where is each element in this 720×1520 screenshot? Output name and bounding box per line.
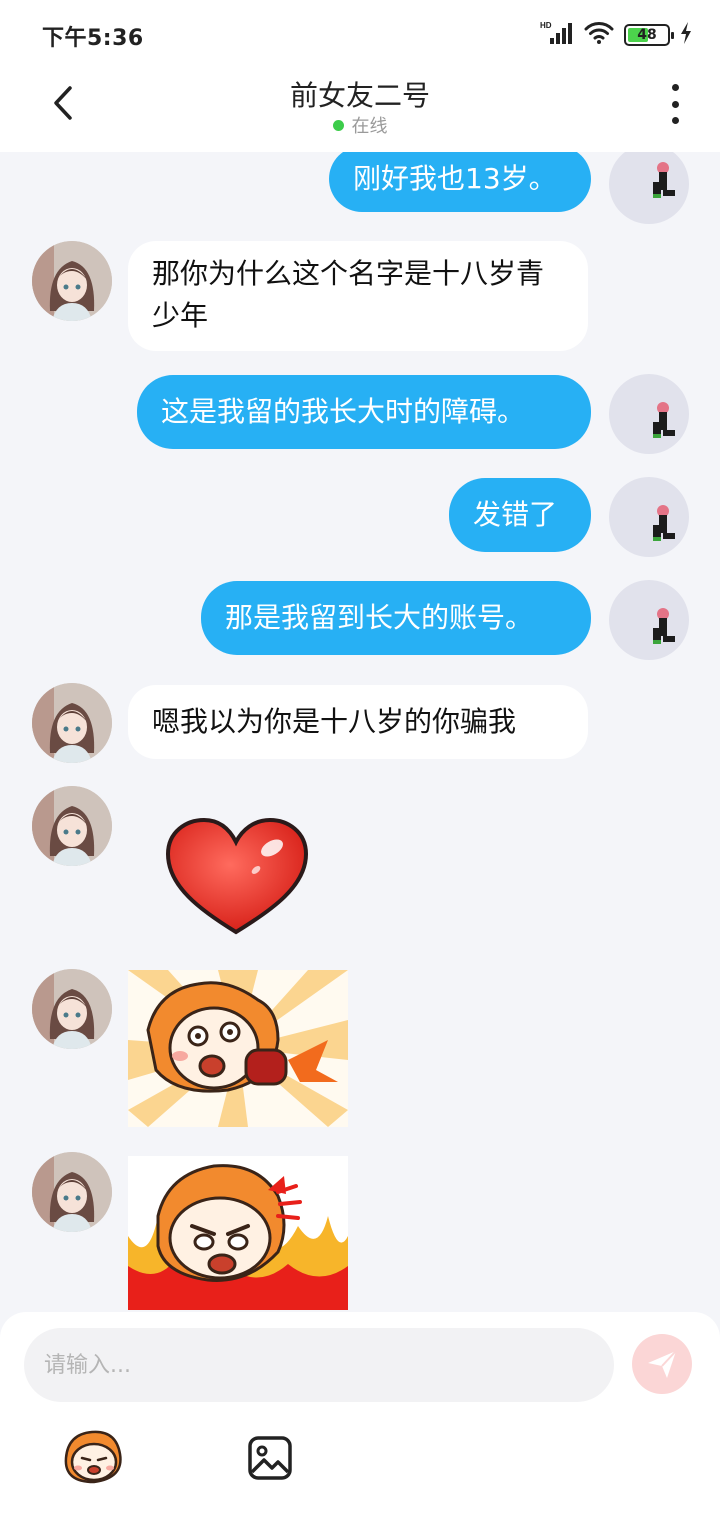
network-label: HD [540, 21, 552, 30]
paper-plane-icon [648, 1350, 677, 1378]
outgoing-message-bubble[interactable]: 这是我留的我长大时的障碍。 [137, 375, 591, 449]
more-dot [671, 84, 679, 91]
charging-icon [680, 22, 692, 48]
anime-girl-avatar-icon [32, 1152, 112, 1232]
cartoon-angry-fire-sticker[interactable] [128, 1156, 348, 1310]
my-avatar[interactable] [609, 477, 689, 557]
online-status: 在线 [0, 112, 720, 138]
image-icon [248, 1436, 292, 1480]
red-heart-icon [165, 817, 309, 935]
online-dot-icon [332, 119, 344, 131]
my-avatar[interactable] [609, 580, 689, 660]
message-input[interactable] [24, 1328, 614, 1402]
contact-avatar[interactable] [32, 241, 112, 321]
more-dot [671, 117, 679, 124]
message-composer [0, 1312, 720, 1520]
cartoon-angry-fire-icon [128, 1156, 348, 1310]
my-avatar-figure-icon [653, 505, 675, 541]
heart-sticker[interactable] [160, 814, 312, 940]
my-avatar-figure-icon [653, 608, 675, 644]
incoming-message-bubble[interactable]: 嗯我以为你是十八岁的你骗我 [128, 685, 588, 759]
cartoon-face-sticker-icon [64, 1430, 122, 1484]
cartoon-punch-icon [128, 970, 348, 1127]
contact-avatar[interactable] [32, 683, 112, 763]
contact-avatar[interactable] [32, 969, 112, 1049]
status-time: 下午5:36 [42, 26, 144, 51]
incoming-message-bubble[interactable]: 那你为什么这个名字是十八岁青少年 [128, 241, 588, 351]
contact-avatar[interactable] [32, 1152, 112, 1232]
battery-icon: 48 [624, 24, 674, 46]
outgoing-message-bubble[interactable]: 刚好我也13岁。 [329, 152, 591, 212]
sticker-button[interactable] [58, 1428, 128, 1486]
anime-girl-avatar-icon [32, 683, 112, 763]
my-avatar[interactable] [609, 374, 689, 454]
status-icons: HD 48 [540, 20, 692, 50]
status-bar: 下午5:36 HD 48 [0, 0, 720, 70]
anime-girl-avatar-icon [32, 786, 112, 866]
anime-girl-avatar-icon [32, 241, 112, 321]
battery-level: 48 [637, 27, 657, 43]
my-avatar[interactable] [609, 152, 689, 224]
wifi-icon [584, 21, 614, 49]
anime-girl-avatar-icon [32, 969, 112, 1049]
more-dot [671, 100, 679, 108]
contact-name: 前女友二号 [289, 79, 430, 112]
my-avatar-figure-icon [653, 402, 675, 438]
image-picker-button[interactable] [246, 1434, 294, 1482]
outgoing-message-bubble[interactable]: 发错了 [449, 478, 591, 552]
chat-header: 前女友二号 在线 [0, 70, 720, 152]
my-avatar-figure-icon [653, 162, 675, 198]
online-status-label: 在线 [351, 116, 388, 137]
more-options-button[interactable] [660, 84, 690, 124]
outgoing-message-bubble[interactable]: 那是我留到长大的账号。 [201, 581, 591, 655]
send-button[interactable] [632, 1334, 692, 1394]
chat-messages[interactable]: 刚好我也13岁。 那你为什么这个名字是十八岁青少年 这是我留的我长大时的障碍。 [0, 152, 720, 1310]
cellular-signal-icon: HD [540, 20, 574, 50]
cartoon-punch-sticker[interactable] [128, 970, 348, 1127]
contact-avatar[interactable] [32, 786, 112, 866]
